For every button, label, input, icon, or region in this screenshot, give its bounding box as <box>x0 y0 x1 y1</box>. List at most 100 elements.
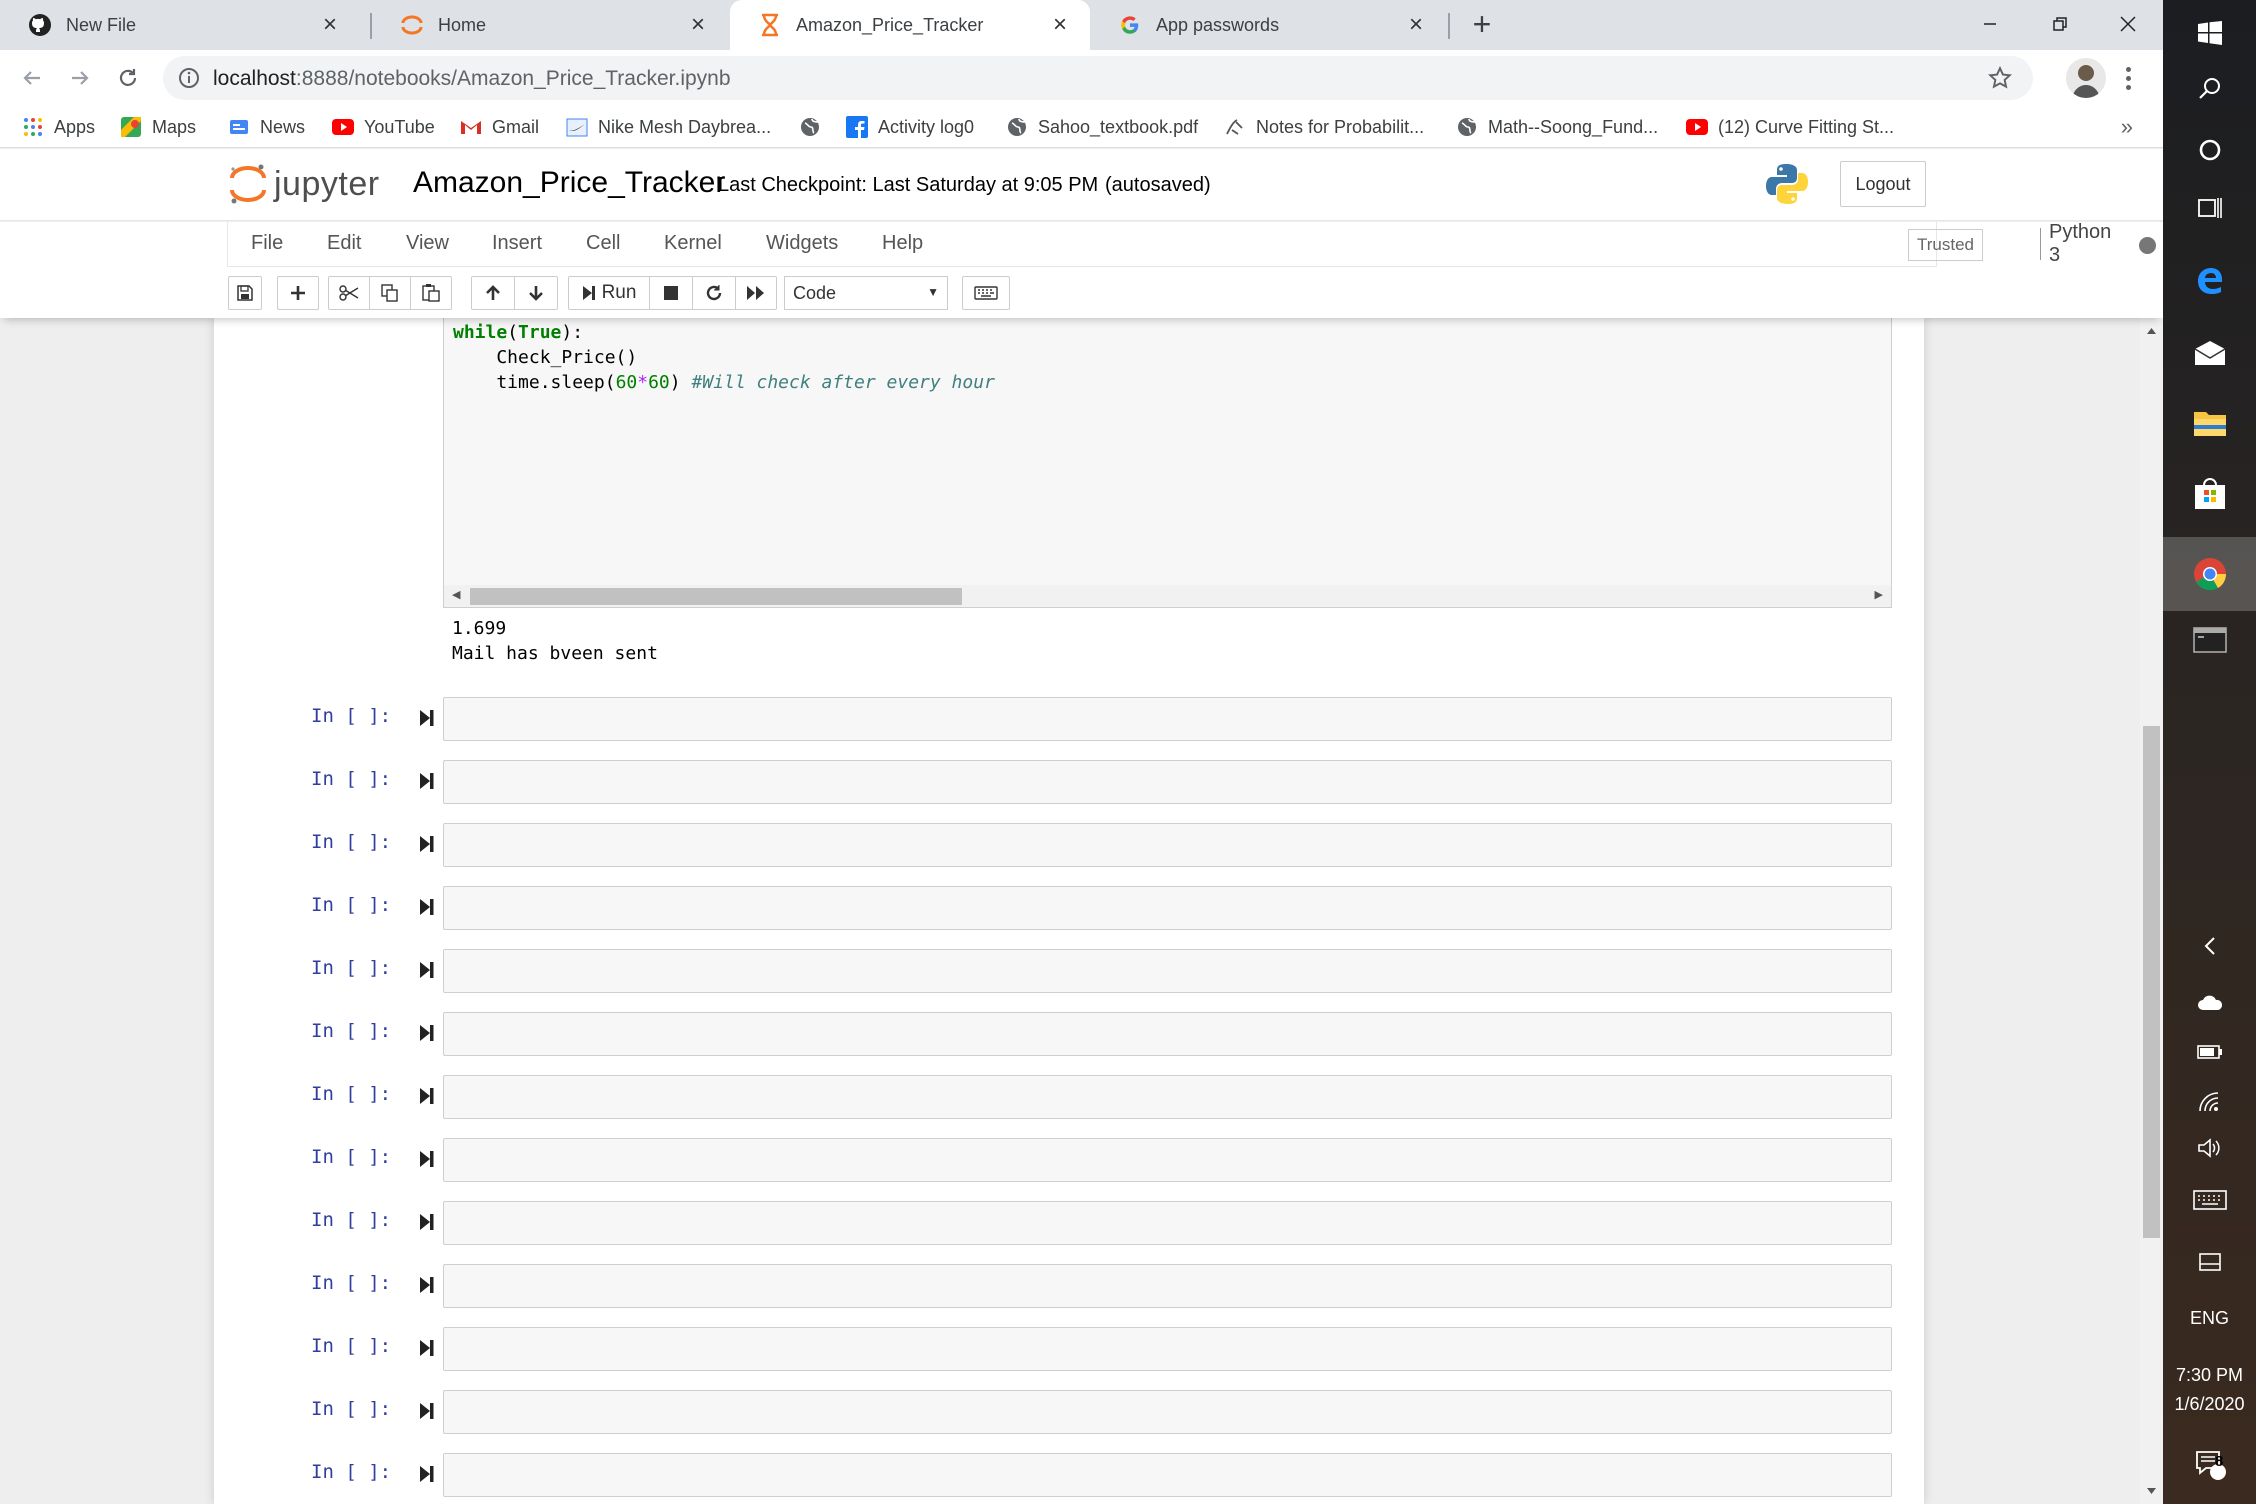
bookmark-activity-log[interactable]: Activity log0 <box>846 114 974 140</box>
notebook-name[interactable]: Amazon_Price_Tracker <box>413 166 725 200</box>
cell-input-area[interactable] <box>443 1327 1892 1371</box>
onedrive-button[interactable] <box>2163 980 2256 1026</box>
clock-date[interactable]: 1/6/2020 <box>2163 1394 2256 1415</box>
file-explorer-button[interactable] <box>2163 390 2256 456</box>
run-cell-icon[interactable] <box>418 1149 436 1169</box>
cell-input-area[interactable] <box>443 1201 1892 1245</box>
cell-input-area[interactable] <box>443 760 1892 804</box>
forward-button[interactable] <box>60 58 100 98</box>
bookmark-math-soong[interactable]: Math--Soong_Fund... <box>1456 114 1658 140</box>
jupyter-logo[interactable]: jupyter <box>228 159 380 209</box>
back-button[interactable] <box>12 58 52 98</box>
tab-new-file[interactable]: New File × <box>0 0 360 50</box>
menu-cell[interactable]: Cell <box>586 232 620 255</box>
cortana-button[interactable] <box>2163 117 2256 183</box>
cell-input-area[interactable] <box>443 1138 1892 1182</box>
command-palette-button[interactable] <box>962 276 1010 310</box>
menu-edit[interactable]: Edit <box>327 232 361 255</box>
volume-button[interactable] <box>2163 1125 2256 1171</box>
run-cell-icon[interactable] <box>418 1086 436 1106</box>
scroll-left-icon[interactable]: ◀ <box>452 588 460 601</box>
run-cell-icon[interactable] <box>418 1338 436 1358</box>
empty-code-cell[interactable]: In [ ]: <box>214 1390 2114 1434</box>
empty-code-cell[interactable]: In [ ]: <box>214 760 2114 804</box>
clock-time[interactable]: 7:30 PM <box>2163 1365 2256 1386</box>
logout-button[interactable]: Logout <box>1840 161 1926 207</box>
code-cell-input[interactable]: while(True): Check_Price() time.sleep(60… <box>443 318 1892 608</box>
search-button[interactable] <box>2163 56 2256 122</box>
bookmark-notes-probability[interactable]: Notes for Probabilit... <box>1224 114 1424 140</box>
touch-keyboard-button[interactable] <box>2163 1177 2256 1223</box>
cell-input-area[interactable] <box>443 697 1892 741</box>
bookmark-gmail[interactable]: Gmail <box>460 114 539 140</box>
empty-code-cell[interactable]: In [ ]: <box>214 1075 2114 1119</box>
cell-input-area[interactable] <box>443 823 1892 867</box>
horizontal-scrollbar[interactable]: ◀ ▶ <box>444 585 1891 607</box>
paste-button[interactable] <box>410 276 452 310</box>
menu-view[interactable]: View <box>406 232 449 255</box>
run-cell-icon[interactable] <box>418 771 436 791</box>
scrollbar-thumb[interactable] <box>470 588 962 605</box>
empty-code-cell[interactable]: In [ ]: <box>214 949 2114 993</box>
scroll-up-icon[interactable] <box>2146 327 2157 335</box>
restart-kernel-button[interactable] <box>692 276 736 310</box>
terminal-button[interactable] <box>2163 607 2256 673</box>
empty-code-cell[interactable]: In [ ]: <box>214 1327 2114 1371</box>
run-cell-icon[interactable] <box>418 834 436 854</box>
wifi-button[interactable] <box>2163 1078 2256 1124</box>
bookmark-nike[interactable]: Nike Mesh Daybrea... <box>566 114 771 140</box>
bookmark-apps[interactable]: Apps <box>22 114 95 140</box>
more-bookmarks-button[interactable]: » <box>2121 114 2133 140</box>
copy-button[interactable] <box>369 276 411 310</box>
run-cell-icon[interactable] <box>418 960 436 980</box>
scroll-down-icon[interactable] <box>2146 1487 2157 1495</box>
restart-run-all-button[interactable] <box>735 276 777 310</box>
info-icon[interactable] <box>177 66 201 90</box>
run-button[interactable]: Run <box>568 276 650 310</box>
run-cell-icon[interactable] <box>418 897 436 917</box>
empty-code-cell[interactable]: In [ ]: <box>214 697 2114 741</box>
new-tab-button[interactable]: + <box>1464 7 1500 43</box>
cell-input-area[interactable] <box>443 1390 1892 1434</box>
cell-type-select[interactable]: Code ▼ <box>784 276 948 310</box>
bookmark-curve-fitting[interactable]: (12) Curve Fitting St... <box>1686 114 1894 140</box>
close-icon[interactable]: × <box>1046 11 1074 39</box>
run-cell-icon[interactable] <box>418 1212 436 1232</box>
action-center-button[interactable]: 8 <box>2163 1435 2256 1495</box>
close-icon[interactable]: × <box>684 11 712 39</box>
menu-insert[interactable]: Insert <box>492 232 542 255</box>
run-cell-icon[interactable] <box>418 1401 436 1421</box>
run-cell-icon[interactable] <box>418 708 436 728</box>
empty-code-cell[interactable]: In [ ]: <box>214 1138 2114 1182</box>
cell-input-area[interactable] <box>443 1075 1892 1119</box>
menu-help[interactable]: Help <box>882 232 923 255</box>
bookmark-youtube[interactable]: YouTube <box>332 114 435 140</box>
empty-code-cell[interactable]: In [ ]: <box>214 823 2114 867</box>
bookmark-maps[interactable]: Maps <box>120 114 196 140</box>
reload-button[interactable] <box>108 58 148 98</box>
menu-widgets[interactable]: Widgets <box>766 232 838 255</box>
profile-avatar[interactable] <box>2066 58 2106 98</box>
page-vertical-scrollbar[interactable] <box>2140 318 2163 1504</box>
cell-input-area[interactable] <box>443 1264 1892 1308</box>
menu-kernel[interactable]: Kernel <box>664 232 722 255</box>
insert-cell-button[interactable] <box>277 276 319 310</box>
run-cell-icon[interactable] <box>418 1023 436 1043</box>
close-icon[interactable]: × <box>1402 11 1430 39</box>
edge-button[interactable] <box>2163 248 2256 314</box>
menu-file[interactable]: File <box>251 232 283 255</box>
cut-button[interactable] <box>328 276 370 310</box>
bookmark-star-icon[interactable] <box>1987 65 2013 91</box>
run-cell-icon[interactable] <box>418 1464 436 1484</box>
scroll-right-icon[interactable]: ▶ <box>1875 588 1883 601</box>
trusted-indicator[interactable]: Trusted <box>1908 229 1984 261</box>
battery-button[interactable] <box>2163 1029 2256 1075</box>
run-cell-icon[interactable] <box>418 1275 436 1295</box>
minimize-button[interactable] <box>1958 4 2022 44</box>
kernel-name[interactable]: Python 3 <box>2040 221 2111 266</box>
bookmark-sahoo-textbook[interactable]: Sahoo_textbook.pdf <box>1006 114 1198 140</box>
chrome-menu-icon[interactable] <box>2113 58 2143 98</box>
empty-code-cell[interactable]: In [ ]: <box>214 1264 2114 1308</box>
close-window-button[interactable] <box>2096 4 2160 44</box>
chrome-taskbar-button[interactable] <box>2163 537 2256 611</box>
